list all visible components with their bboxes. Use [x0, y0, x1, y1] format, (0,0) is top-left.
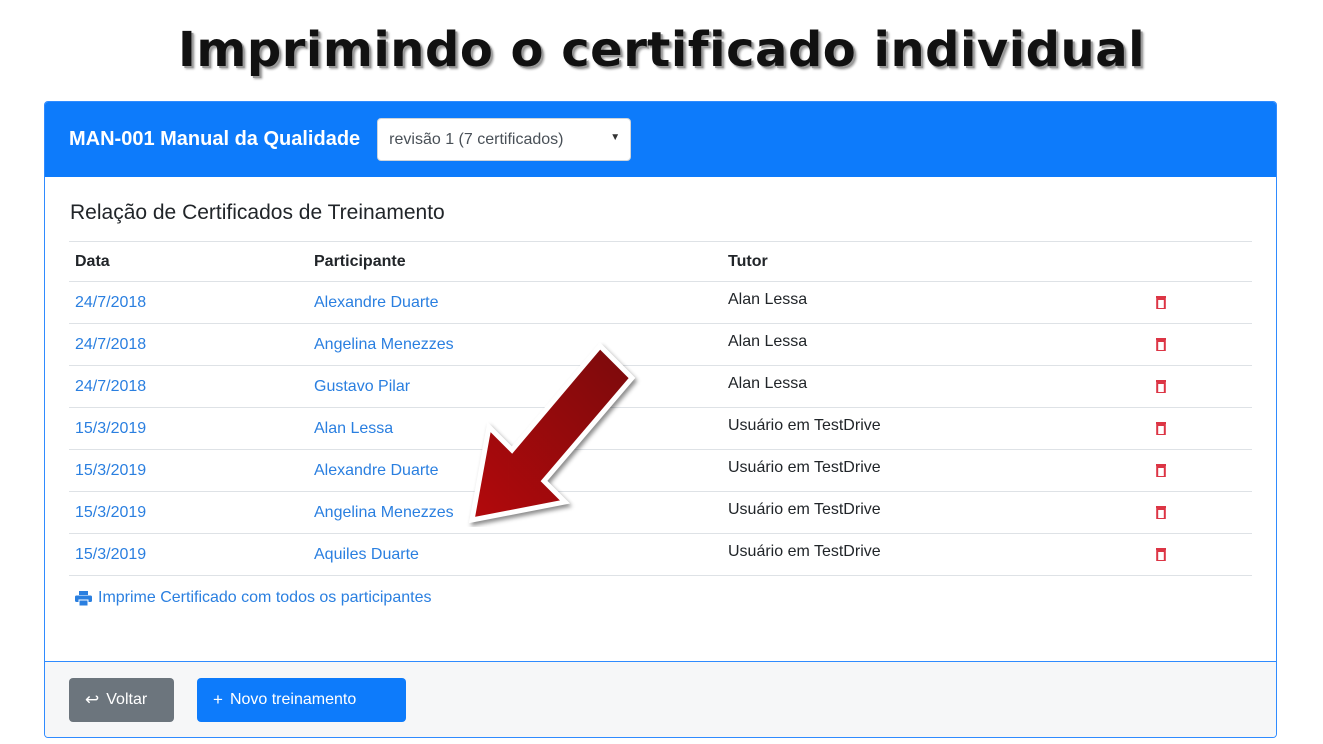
- trash-icon[interactable]: [1156, 337, 1166, 351]
- card-header: MAN-001 Manual da Qualidade revisão 1 (7…: [45, 102, 1276, 177]
- card-footer: ↩ Voltar + Novo treinamento: [45, 661, 1276, 737]
- new-training-button[interactable]: + Novo treinamento: [197, 677, 406, 722]
- document-title: MAN-001 Manual da Qualidade: [69, 128, 361, 150]
- plus-icon: +: [213, 689, 223, 709]
- trash-icon[interactable]: [1156, 295, 1166, 309]
- delete-cell: [1156, 323, 1252, 366]
- print-all-label: Imprime Certificado com todos os partici…: [98, 589, 432, 606]
- date-link[interactable]: 15/3/2019: [69, 407, 308, 450]
- trash-icon[interactable]: [1156, 547, 1166, 561]
- delete-cell: [1156, 533, 1252, 576]
- delete-cell: [1156, 449, 1252, 492]
- delete-cell: [1156, 281, 1252, 324]
- table-row: 24/7/2018 Angelina Menezzes Alan Lessa: [69, 323, 1252, 366]
- date-link[interactable]: 15/3/2019: [69, 449, 308, 492]
- table-row: 24/7/2018 Alexandre Duarte Alan Lessa: [69, 281, 1252, 324]
- revision-select-value: revisão 1 (7 certificados): [389, 130, 564, 148]
- trash-icon[interactable]: [1156, 421, 1166, 435]
- date-link[interactable]: 24/7/2018: [69, 281, 308, 324]
- tutor-name: Usuário em TestDrive: [722, 449, 1156, 492]
- tutor-name: Alan Lessa: [722, 365, 1156, 408]
- tutor-name: Usuário em TestDrive: [722, 491, 1156, 534]
- back-button-label: Voltar: [106, 690, 148, 708]
- tutor-name: Usuário em TestDrive: [722, 533, 1156, 576]
- page-headline: Imprimindo o certificado individual: [177, 22, 1146, 78]
- training-card: MAN-001 Manual da Qualidade revisão 1 (7…: [44, 101, 1277, 738]
- column-header-participant: Participante: [308, 241, 722, 282]
- trash-icon[interactable]: [1156, 463, 1166, 477]
- caret-down-icon: ▼: [610, 132, 621, 143]
- participant-link[interactable]: Alexandre Duarte: [308, 281, 722, 324]
- table-row: 15/3/2019 Aquiles Duarte Usuário em TestDr…: [69, 533, 1252, 576]
- table-row: 15/3/2019 Alexandre Duarte Usuário em Test…: [69, 449, 1252, 492]
- arrow-pointer-icon: [468, 342, 636, 524]
- revision-select[interactable]: revisão 1 (7 certificados) ▼: [377, 118, 632, 161]
- date-link[interactable]: 15/3/2019: [69, 533, 308, 576]
- table-row: 15/3/2019 Alan Lessa Usuário em TestDrive: [69, 407, 1252, 450]
- section-title: Relação de Certificados de Treinamento: [70, 201, 445, 224]
- table-row: 24/7/2018 Gustavo Pilar Alan Lessa: [69, 365, 1252, 408]
- tutor-name: Alan Lessa: [722, 281, 1156, 324]
- delete-cell: [1156, 407, 1252, 450]
- back-button[interactable]: ↩ Voltar: [69, 677, 174, 722]
- printer-icon: [75, 590, 92, 606]
- certificates-table: Data Participante Tutor 24/7/2018 Alexand…: [69, 241, 1252, 576]
- new-training-button-label: Novo treinamento: [229, 690, 357, 708]
- print-all-link[interactable]: Imprime Certificado com todos os partici…: [69, 589, 1252, 607]
- participant-link[interactable]: Aquiles Duarte: [308, 533, 722, 576]
- date-link[interactable]: 24/7/2018: [69, 323, 308, 366]
- trash-icon[interactable]: [1156, 505, 1166, 519]
- delete-cell: [1156, 491, 1252, 534]
- return-arrow-icon: ↩: [85, 689, 100, 709]
- card-body: Relação de Certificados de Treinamento D…: [45, 177, 1276, 663]
- tutor-name: Usuário em TestDrive: [722, 407, 1156, 450]
- date-link[interactable]: 15/3/2019: [69, 491, 308, 534]
- delete-cell: [1156, 365, 1252, 408]
- column-header-tutor: Tutor: [722, 241, 1156, 282]
- date-link[interactable]: 24/7/2018: [69, 365, 308, 408]
- table-header-row: Data Participante Tutor: [69, 241, 1252, 282]
- column-header-date: Data: [69, 241, 308, 282]
- table-row: 15/3/2019 Angelina Menezzes Usuário em Tes…: [69, 491, 1252, 534]
- trash-icon[interactable]: [1156, 379, 1166, 393]
- tutor-name: Alan Lessa: [722, 323, 1156, 366]
- column-header-actions: [1156, 241, 1252, 282]
